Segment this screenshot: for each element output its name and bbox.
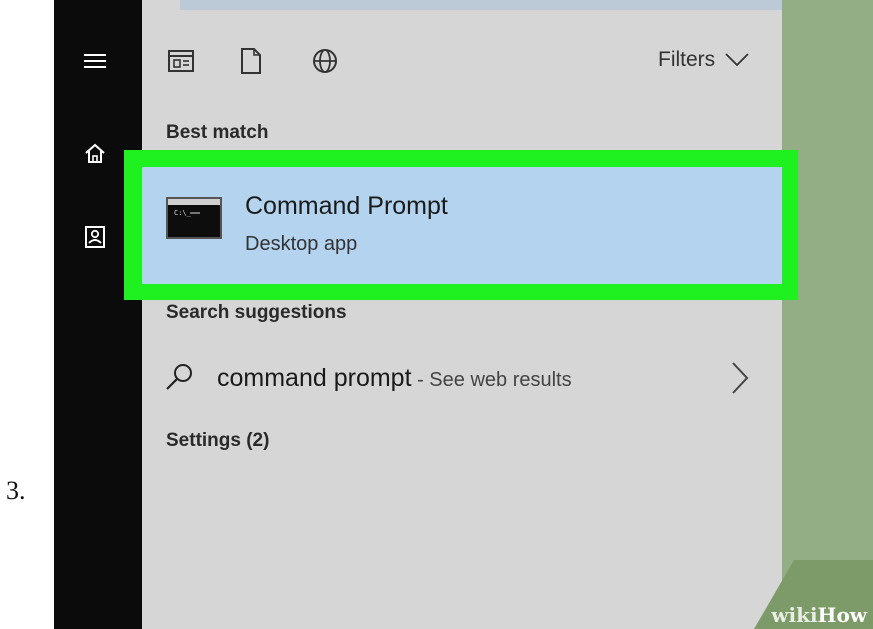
wikihow-watermark: wikiHow	[754, 560, 873, 629]
search-icon	[166, 364, 192, 390]
suggestion-hint: - See web results	[411, 369, 572, 391]
result-subtitle: Desktop app	[245, 233, 358, 255]
command-prompt-app-icon: C:\_	[166, 197, 222, 239]
web-suggestion-item[interactable]: command prompt - See web results	[142, 356, 782, 400]
best-match-heading: Best match	[166, 122, 269, 143]
settings-heading[interactable]: Settings (2)	[166, 430, 269, 452]
command-prompt-result[interactable]: C:\_ Command Prompt Desktop app	[142, 167, 782, 284]
top-edge-strip	[180, 0, 782, 10]
chevron-down-icon	[725, 53, 749, 67]
wikihow-wiki: wiki	[771, 603, 818, 627]
search-results-panel: Filters Best match Search suggestions co…	[142, 0, 782, 629]
chevron-right-icon[interactable]	[727, 360, 753, 396]
user-account-icon[interactable]	[80, 222, 110, 252]
svg-text:C:\_: C:\_	[174, 209, 192, 217]
apps-filter-icon[interactable]	[166, 46, 196, 76]
filters-label: Filters	[658, 48, 716, 71]
desktop-background	[782, 0, 873, 629]
step-number: 3.	[6, 476, 26, 505]
result-title: Command Prompt	[245, 192, 448, 220]
wikihow-how: How	[817, 603, 867, 627]
suggestion-query: command prompt	[217, 364, 412, 392]
home-icon[interactable]	[80, 138, 110, 168]
hamburger-menu-icon[interactable]	[80, 46, 110, 76]
filters-dropdown[interactable]: Filters	[658, 44, 749, 76]
web-filter-icon[interactable]	[310, 46, 340, 76]
start-search-window: Filters Best match Search suggestions co…	[54, 0, 873, 629]
search-suggestions-heading: Search suggestions	[166, 302, 347, 323]
documents-filter-icon[interactable]	[236, 46, 266, 76]
start-sidebar	[54, 0, 142, 629]
